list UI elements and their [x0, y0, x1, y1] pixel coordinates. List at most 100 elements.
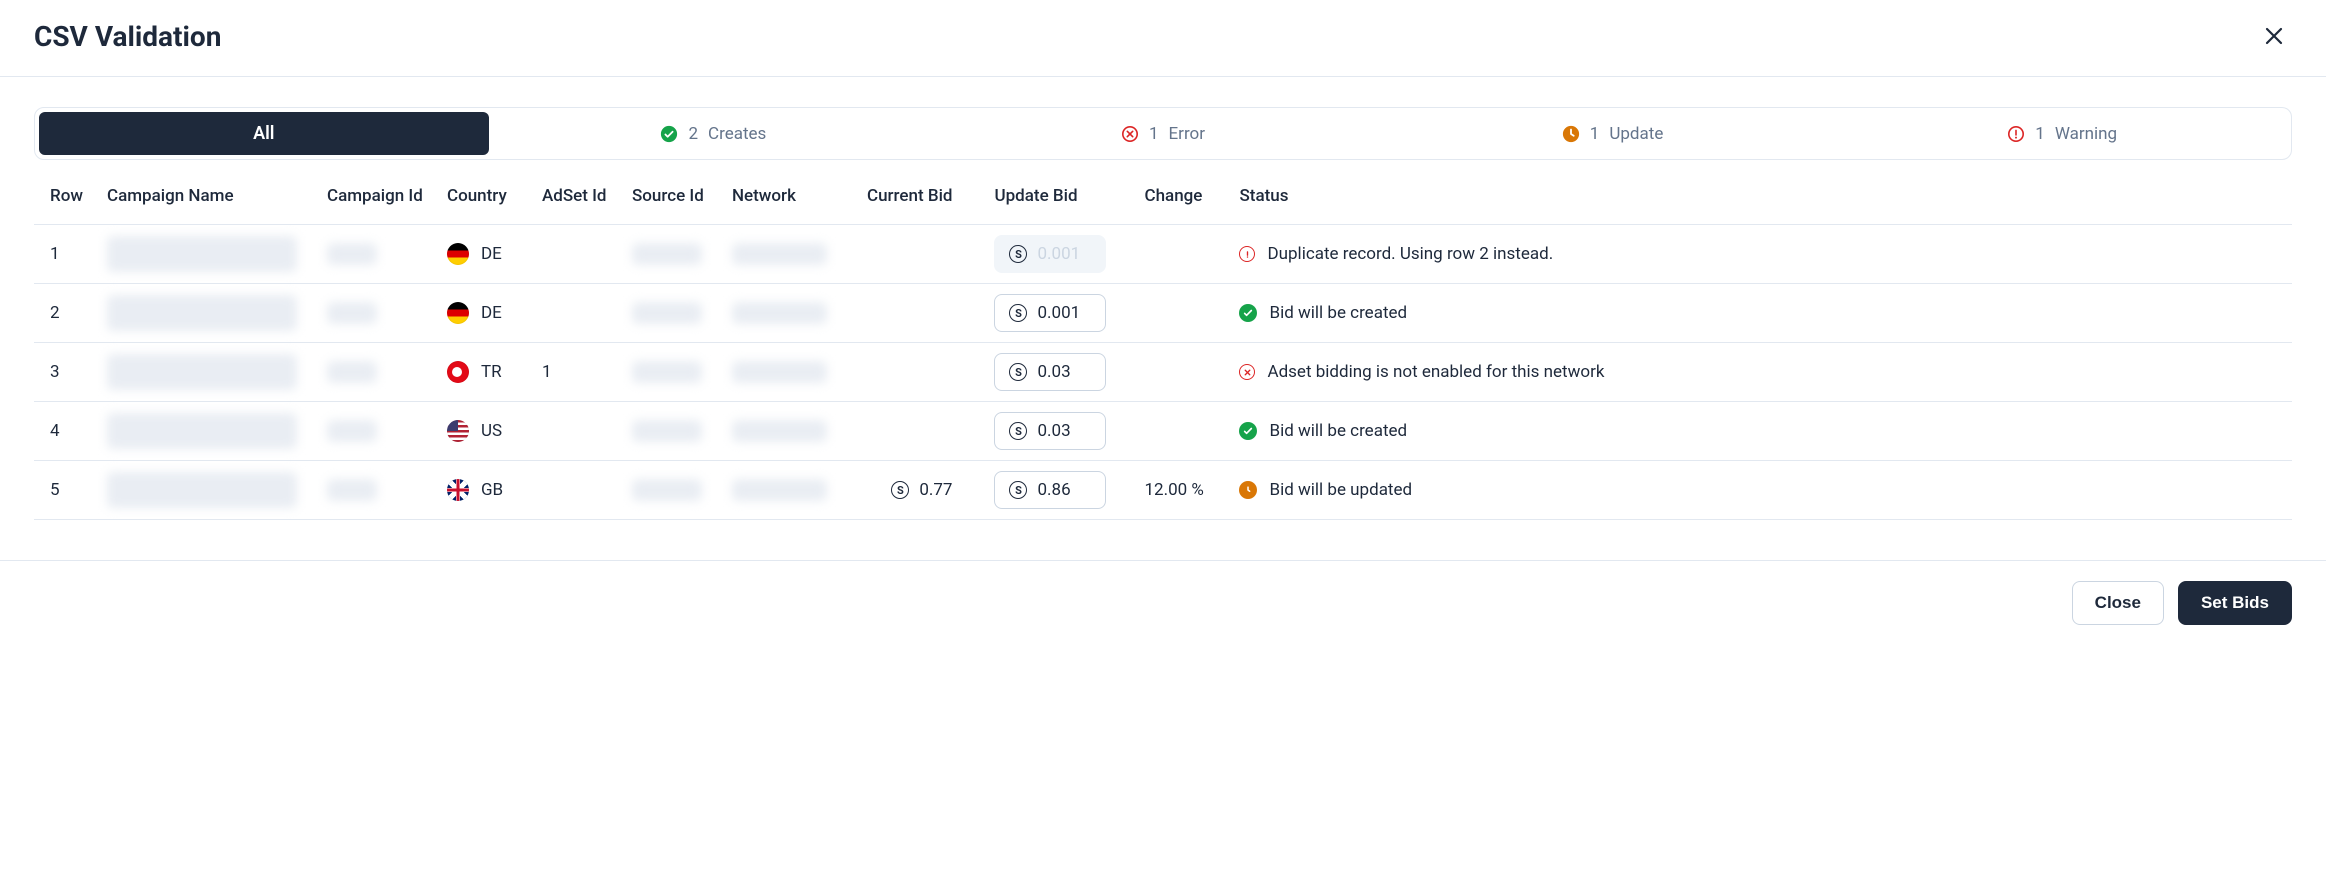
col-current-bid: Current Bid [855, 166, 983, 225]
current-bid-cell [855, 225, 983, 284]
campaign-id-cell [315, 284, 435, 343]
x-circle-icon [1239, 364, 1255, 380]
status-cell: Bid will be created [1227, 284, 2292, 343]
status-text: Bid will be created [1269, 420, 1407, 443]
col-network: Network [720, 166, 855, 225]
update-bid-input[interactable]: S 0.03 [994, 412, 1106, 450]
redacted-text [107, 413, 297, 449]
country-code: DE [481, 303, 502, 323]
campaign-id-cell [315, 343, 435, 402]
validation-table: Row Campaign Name Campaign Id Country Ad… [34, 166, 2292, 520]
campaign-name-cell [95, 402, 315, 461]
tab-warnings[interactable]: 1 Warning [1837, 112, 2287, 155]
tab-all[interactable]: All [39, 112, 489, 155]
update-bid-value: 0.86 [1037, 480, 1070, 500]
col-campaign-name: Campaign Name [95, 166, 315, 225]
tab-all-label: All [253, 123, 274, 144]
redacted-text [732, 243, 827, 265]
change-cell [1132, 225, 1227, 284]
flag-icon [447, 361, 469, 383]
col-country: Country [435, 166, 530, 225]
redacted-text [732, 361, 827, 383]
close-button[interactable]: Close [2072, 581, 2164, 625]
update-bid-value: 0.03 [1037, 362, 1070, 382]
status-cell: Bid will be updated [1227, 461, 2292, 520]
filter-tabs: All 2 Creates 1 Error 1 [34, 107, 2292, 160]
update-bid-value: 0.03 [1037, 421, 1070, 441]
redacted-text [632, 361, 702, 383]
redacted-text [632, 479, 702, 501]
redacted-text [107, 472, 297, 508]
country-cell: DE [435, 225, 530, 284]
modal-header: CSV Validation [0, 0, 2326, 77]
tab-creates-label: Creates [708, 124, 766, 144]
col-row: Row [34, 166, 95, 225]
network-cell [720, 284, 855, 343]
col-adset-id: AdSet Id [530, 166, 620, 225]
set-bids-button[interactable]: Set Bids [2178, 581, 2292, 625]
source-id-cell [620, 225, 720, 284]
tab-updates-label: Update [1609, 124, 1663, 144]
update-bid-cell: S 0.03 [982, 402, 1132, 461]
campaign-id-cell [315, 402, 435, 461]
country-cell: US [435, 402, 530, 461]
close-icon [2262, 24, 2286, 48]
network-cell [720, 461, 855, 520]
table-row: 3TR1S0.03Adset bidding is not enabled fo… [34, 343, 2292, 402]
tab-updates[interactable]: 1 Update [1388, 112, 1838, 155]
currency-icon: S [891, 481, 909, 499]
adset-id-cell [530, 225, 620, 284]
redacted-text [732, 302, 827, 324]
status-cell: Bid will be created [1227, 402, 2292, 461]
currency-icon: S [1009, 422, 1027, 440]
country-cell: TR [435, 343, 530, 402]
status-text: Duplicate record. Using row 2 instead. [1267, 243, 1553, 266]
currency-icon: S [1009, 304, 1027, 322]
update-bid-cell: S 0.03 [982, 343, 1132, 402]
col-status: Status [1227, 166, 2292, 225]
modal-content: All 2 Creates 1 Error 1 [0, 77, 2326, 560]
current-bid-value: 0.77 [919, 480, 952, 500]
redacted-text [327, 361, 377, 383]
tab-errors-label: Error [1169, 124, 1205, 144]
redacted-text [327, 243, 377, 265]
update-bid-input[interactable]: S 0.03 [994, 353, 1106, 391]
redacted-text [327, 302, 377, 324]
csv-validation-modal: CSV Validation All 2 Creates 1 Error [0, 0, 2326, 633]
update-bid-cell: S 0.001 [982, 225, 1132, 284]
update-bid-input[interactable]: S 0.001 [994, 294, 1106, 332]
redacted-text [107, 354, 297, 390]
col-change: Change [1132, 166, 1227, 225]
alert-circle-icon [2007, 125, 2025, 143]
current-bid-cell [855, 402, 983, 461]
tab-errors-count: 1 [1149, 124, 1159, 144]
currency-icon: S [1009, 363, 1027, 381]
modal-footer: Close Set Bids [0, 560, 2326, 633]
network-cell [720, 225, 855, 284]
current-bid-cell [855, 284, 983, 343]
row-number: 5 [34, 461, 95, 520]
update-bid-value: 0.001 [1037, 303, 1080, 323]
tab-creates-count: 2 [688, 124, 698, 144]
update-bid-value: 0.001 [1037, 244, 1080, 264]
tab-updates-count: 1 [1590, 124, 1600, 144]
country-code: US [481, 421, 502, 441]
redacted-text [107, 236, 297, 272]
campaign-name-cell [95, 343, 315, 402]
close-icon-button[interactable] [2256, 18, 2292, 54]
source-id-cell [620, 284, 720, 343]
table-row: 5GBS0.77S0.8612.00 %Bid will be updated [34, 461, 2292, 520]
adset-id-cell [530, 461, 620, 520]
current-bid-cell: S 0.77 [855, 461, 983, 520]
tab-errors[interactable]: 1 Error [938, 112, 1388, 155]
currency-icon: S [1009, 245, 1027, 263]
update-bid-input: S 0.001 [994, 235, 1106, 273]
clock-icon [1562, 125, 1580, 143]
update-bid-input[interactable]: S0.86 [994, 471, 1106, 509]
redacted-text [732, 479, 827, 501]
status-cell: Duplicate record. Using row 2 instead. [1227, 225, 2292, 284]
redacted-text [732, 420, 827, 442]
tab-creates[interactable]: 2 Creates [489, 112, 939, 155]
network-cell [720, 343, 855, 402]
flag-icon [447, 302, 469, 324]
